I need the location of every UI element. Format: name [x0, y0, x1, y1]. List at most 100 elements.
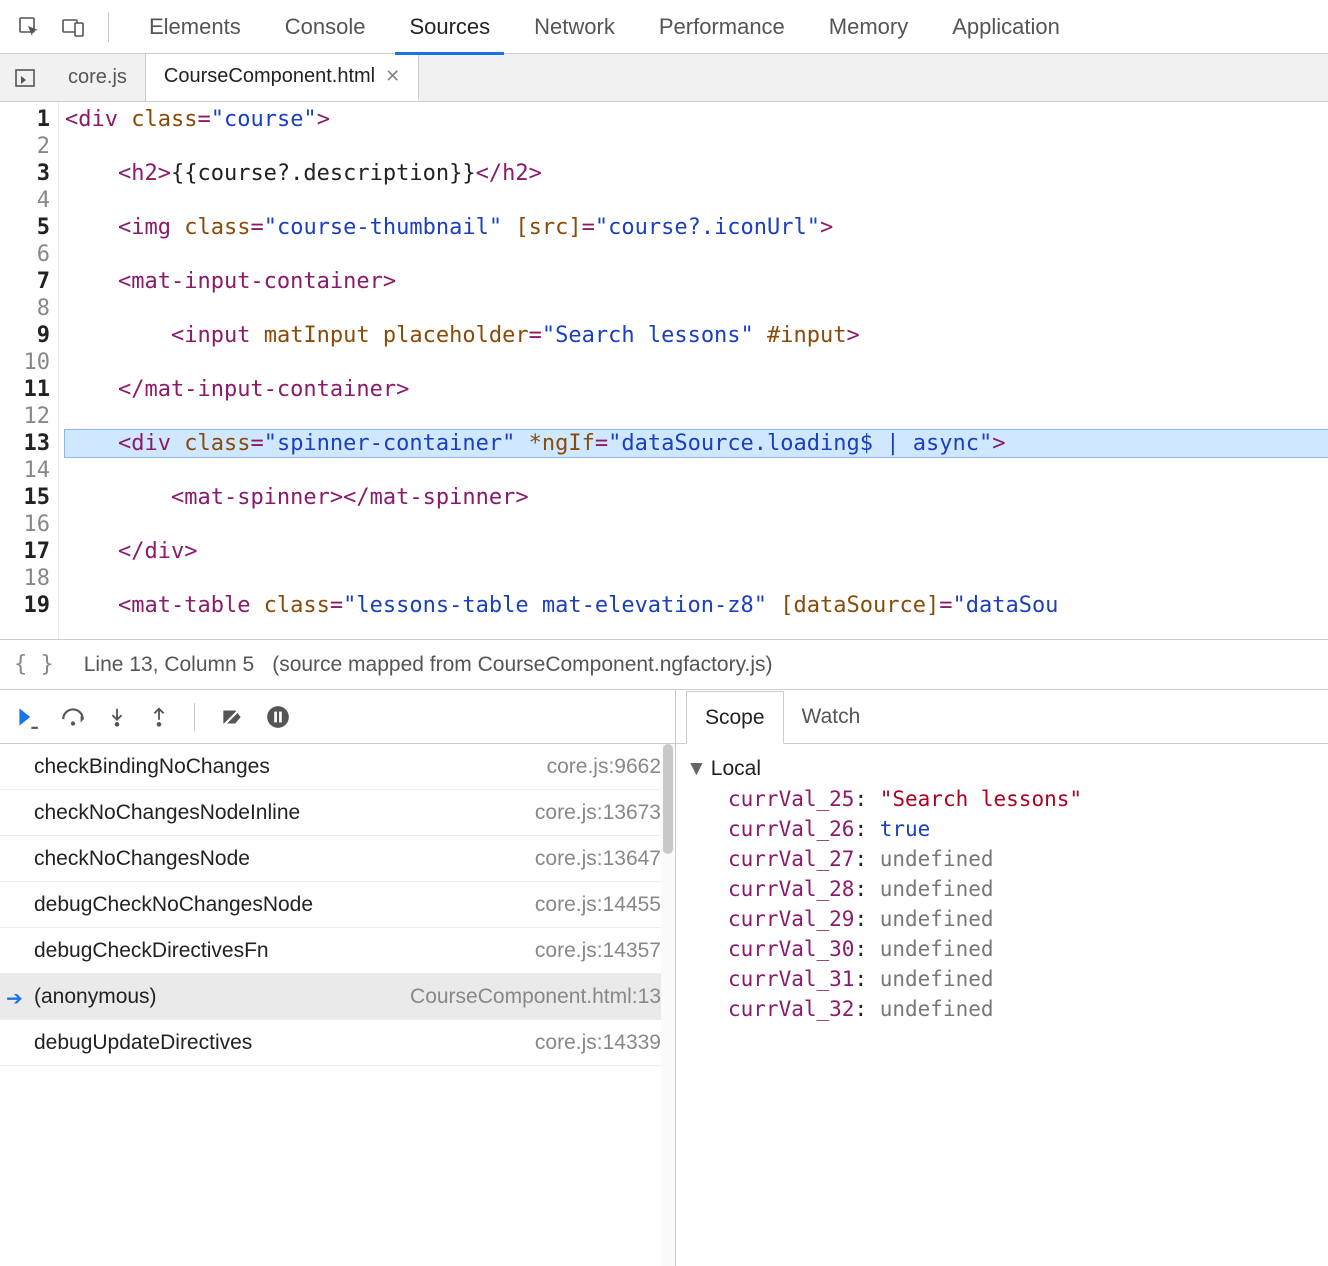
code-line[interactable] — [65, 457, 1328, 484]
frame-location: core.js:14455 — [535, 893, 661, 917]
source-editor[interactable]: 12345678910111213141516171819 <div class… — [0, 102, 1328, 640]
line-number[interactable]: 6 — [0, 241, 50, 268]
scope-variable[interactable]: currVal_26: true — [686, 814, 1328, 844]
code-line[interactable] — [65, 565, 1328, 592]
scope-group[interactable]: ▼Local — [686, 754, 1328, 784]
devtools-tab-elements[interactable]: Elements — [127, 0, 263, 54]
line-number[interactable]: 9 — [0, 322, 50, 349]
callstack-frame[interactable]: checkNoChangesNode core.js:13647 — [0, 836, 675, 882]
code-line[interactable]: <div class="spinner-container" *ngIf="da… — [65, 430, 1328, 457]
line-number[interactable]: 1 — [0, 106, 50, 133]
line-number[interactable]: 16 — [0, 511, 50, 538]
step-over-icon[interactable] — [60, 704, 86, 730]
code-line[interactable]: <input matInput placeholder="Search less… — [65, 322, 1328, 349]
callstack-frame[interactable]: debugUpdateDirectivescore.js:14339 — [0, 1020, 675, 1066]
step-out-icon[interactable] — [148, 704, 170, 730]
line-number[interactable]: 13 — [0, 430, 50, 457]
line-number[interactable]: 11 — [0, 376, 50, 403]
code-line[interactable]: </div> — [65, 538, 1328, 565]
scope-variable[interactable]: currVal_30: undefined — [686, 934, 1328, 964]
variable-value: true — [880, 817, 931, 841]
deactivate-breakpoints-icon[interactable] — [219, 704, 245, 730]
callstack-frame[interactable]: debugCheckDirectivesFncore.js:14357 — [0, 928, 675, 974]
scope-variable[interactable]: currVal_29: undefined — [686, 904, 1328, 934]
line-number[interactable]: 15 — [0, 484, 50, 511]
devtools-tab-console[interactable]: Console — [263, 0, 388, 54]
line-number[interactable]: 10 — [0, 349, 50, 376]
line-gutter[interactable]: 12345678910111213141516171819 — [0, 102, 58, 639]
line-number[interactable]: 4 — [0, 187, 50, 214]
scope-variable[interactable]: currVal_31: undefined — [686, 964, 1328, 994]
variable-name: currVal_31 — [728, 967, 854, 991]
scope-body[interactable]: ▼LocalcurrVal_25: "Search lessons"currVa… — [676, 744, 1328, 1266]
callstack-frame[interactable]: debugCheckNoChangesNodecore.js:14455 — [0, 882, 675, 928]
line-number[interactable]: 7 — [0, 268, 50, 295]
line-number[interactable]: 14 — [0, 457, 50, 484]
chevron-down-icon: ▼ — [686, 754, 707, 784]
step-into-icon[interactable] — [106, 704, 128, 730]
file-tab[interactable]: core.js — [50, 54, 146, 101]
code-line[interactable] — [65, 511, 1328, 538]
callstack-frame[interactable]: checkNoChangesNodeInlinecore.js:13673 — [0, 790, 675, 836]
code-line[interactable]: <mat-spinner></mat-spinner> — [65, 484, 1328, 511]
pause-on-exceptions-icon[interactable] — [265, 704, 291, 730]
scope-variable[interactable]: currVal_28: undefined — [686, 874, 1328, 904]
navigator-icon[interactable] — [0, 54, 50, 101]
file-tabs: core.jsCourseComponent.html✕ — [50, 54, 419, 101]
scope-variable[interactable]: currVal_27: undefined — [686, 844, 1328, 874]
devtools-tab-memory[interactable]: Memory — [807, 0, 930, 54]
code-line[interactable]: <mat-table class="lessons-table mat-elev… — [65, 592, 1328, 619]
editor-status-bar: { } Line 13, Column 5 (source mapped fro… — [0, 640, 1328, 690]
variable-value: undefined — [880, 937, 994, 961]
inspect-icon[interactable] — [10, 8, 48, 46]
code-line[interactable] — [65, 403, 1328, 430]
code-line[interactable]: </mat-input-container> — [65, 376, 1328, 403]
line-number[interactable]: 5 — [0, 214, 50, 241]
scope-variable[interactable]: currVal_25: "Search lessons" — [686, 784, 1328, 814]
frame-name: checkNoChangesNode — [34, 847, 250, 871]
line-number[interactable]: 17 — [0, 538, 50, 565]
line-number[interactable]: 18 — [0, 565, 50, 592]
device-toggle-icon[interactable] — [54, 8, 92, 46]
code-line[interactable]: <mat-input-container> — [65, 268, 1328, 295]
code-line[interactable] — [65, 295, 1328, 322]
variable-value: undefined — [880, 907, 994, 931]
line-number[interactable]: 19 — [0, 592, 50, 619]
line-number[interactable]: 2 — [0, 133, 50, 160]
scope-variable[interactable]: currVal_32: undefined — [686, 994, 1328, 1024]
code-line[interactable] — [65, 187, 1328, 214]
variable-name: currVal_28 — [728, 877, 854, 901]
frame-location: core.js:13647 — [535, 847, 661, 871]
frame-name: debugUpdateDirectives — [34, 1031, 252, 1055]
code-area[interactable]: <div class="course"> <h2>{{course?.descr… — [58, 102, 1328, 639]
devtools-tab-sources[interactable]: Sources — [387, 0, 512, 54]
code-line[interactable] — [65, 349, 1328, 376]
devtools-tab-application[interactable]: Application — [930, 0, 1082, 54]
code-line[interactable]: <h2>{{course?.description}}</h2> — [65, 160, 1328, 187]
line-number[interactable]: 3 — [0, 160, 50, 187]
devtools-tab-performance[interactable]: Performance — [637, 0, 807, 54]
scope-tab-watch[interactable]: Watch — [784, 690, 879, 743]
callstack-frame[interactable]: ➔(anonymous)CourseComponent.html:13 — [0, 974, 675, 1020]
frame-name: debugCheckDirectivesFn — [34, 939, 269, 963]
callstack-frame[interactable]: checkBindingNoChangescore.js:9662 — [0, 744, 675, 790]
frame-name: checkBindingNoChanges — [34, 755, 270, 779]
line-number[interactable]: 12 — [0, 403, 50, 430]
code-line[interactable]: <div class="course"> — [65, 106, 1328, 133]
pretty-print-icon[interactable]: { } — [14, 652, 54, 677]
file-tab[interactable]: CourseComponent.html✕ — [146, 54, 419, 101]
debugger-toolbar — [0, 690, 675, 744]
close-icon[interactable]: ✕ — [385, 66, 400, 87]
scrollbar-thumb[interactable] — [663, 744, 673, 854]
scrollbar[interactable] — [661, 744, 675, 1266]
code-line[interactable] — [65, 241, 1328, 268]
frame-name: (anonymous) — [34, 985, 157, 1009]
scope-tab-scope[interactable]: Scope — [686, 691, 784, 744]
variable-value: undefined — [880, 847, 994, 871]
devtools-tab-network[interactable]: Network — [512, 0, 637, 54]
line-number[interactable]: 8 — [0, 295, 50, 322]
code-line[interactable]: <img class="course-thumbnail" [src]="cou… — [65, 214, 1328, 241]
call-stack[interactable]: checkBindingNoChangescore.js:9662checkNo… — [0, 744, 675, 1266]
code-line[interactable] — [65, 133, 1328, 160]
resume-icon[interactable] — [14, 704, 40, 730]
